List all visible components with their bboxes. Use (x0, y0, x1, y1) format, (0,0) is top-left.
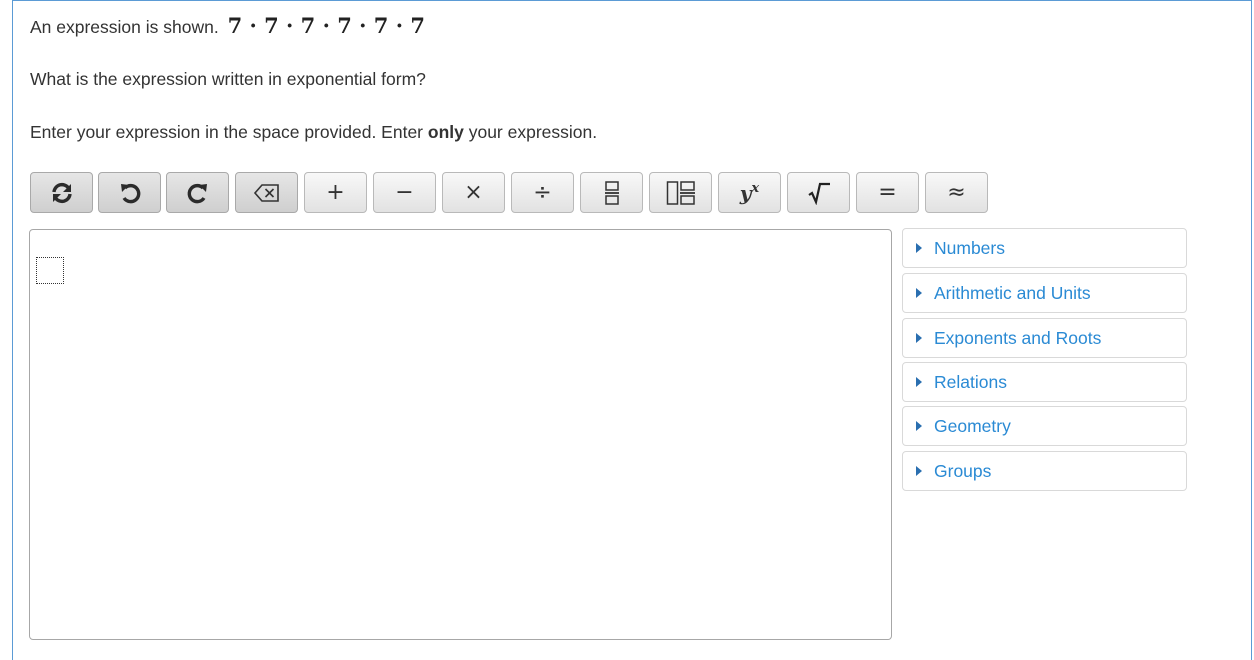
refresh-icon (50, 181, 74, 205)
fraction-icon (604, 180, 620, 206)
palette-item-geometry[interactable]: Geometry (902, 406, 1187, 446)
divide-button[interactable]: ÷ (511, 172, 574, 213)
exponent-base: y (739, 180, 752, 205)
palette-item-label: Numbers (934, 237, 1005, 258)
palette-item-exponents-roots[interactable]: Exponents and Roots (902, 318, 1187, 358)
plus-label: + (326, 179, 345, 205)
minus-button[interactable]: − (373, 172, 436, 213)
refresh-button[interactable] (30, 172, 93, 213)
caret-right-icon (916, 333, 922, 343)
question-intro: An expression is shown. 7 · 7 · 7 · 7 · … (30, 14, 425, 39)
palette-item-label: Exponents and Roots (934, 327, 1102, 348)
palette-item-groups[interactable]: Groups (902, 451, 1187, 491)
backspace-icon (253, 183, 281, 203)
caret-right-icon (916, 421, 922, 431)
question-instruction: Enter your expression in the space provi… (30, 120, 597, 144)
plus-button[interactable]: + (304, 172, 367, 213)
expression-math: 7 · 7 · 7 · 7 · 7 · 7 (227, 13, 425, 38)
palette-item-label: Arithmetic and Units (934, 282, 1091, 303)
approx-button[interactable]: ≈ (925, 172, 988, 213)
times-label: × (464, 179, 483, 205)
palette-item-label: Geometry (934, 415, 1011, 436)
caret-right-icon (916, 377, 922, 387)
caret-right-icon (916, 288, 922, 298)
times-button[interactable]: × (442, 172, 505, 213)
undo-button[interactable] (98, 172, 161, 213)
sqrt-icon (807, 181, 831, 205)
equals-button[interactable]: = (856, 172, 919, 213)
question-prompt: What is the expression written in expone… (30, 69, 426, 89)
expression-editor[interactable] (29, 229, 892, 640)
palette-item-label: Groups (934, 460, 992, 481)
instruction-before: Enter your expression in the space provi… (30, 122, 428, 142)
exponent-power: x (751, 181, 760, 196)
palette-item-numbers[interactable]: Numbers (902, 228, 1187, 268)
mixed-fraction-icon (666, 180, 696, 206)
palette-item-label: Relations (934, 371, 1007, 392)
instruction-bold: only (427, 122, 464, 142)
minus-label: − (395, 179, 414, 205)
redo-icon (186, 181, 210, 205)
undo-icon (118, 181, 142, 205)
fraction-button[interactable] (580, 172, 643, 213)
sqrt-button[interactable] (787, 172, 850, 213)
redo-button[interactable] (166, 172, 229, 213)
palette-item-relations[interactable]: Relations (902, 362, 1187, 402)
caret-right-icon (916, 243, 922, 253)
palette-item-arithmetic-units[interactable]: Arithmetic and Units (902, 273, 1187, 313)
caret-right-icon (916, 466, 922, 476)
backspace-button[interactable] (235, 172, 298, 213)
approx-label: ≈ (947, 179, 966, 205)
mixed-fraction-button[interactable] (649, 172, 712, 213)
equals-label: = (878, 179, 897, 205)
exponent-button[interactable]: yx (718, 172, 781, 213)
intro-text: An expression is shown. (30, 17, 219, 37)
instruction-after: your expression. (463, 122, 598, 142)
cursor-placeholder[interactable] (36, 257, 64, 284)
divide-label: ÷ (533, 179, 552, 205)
